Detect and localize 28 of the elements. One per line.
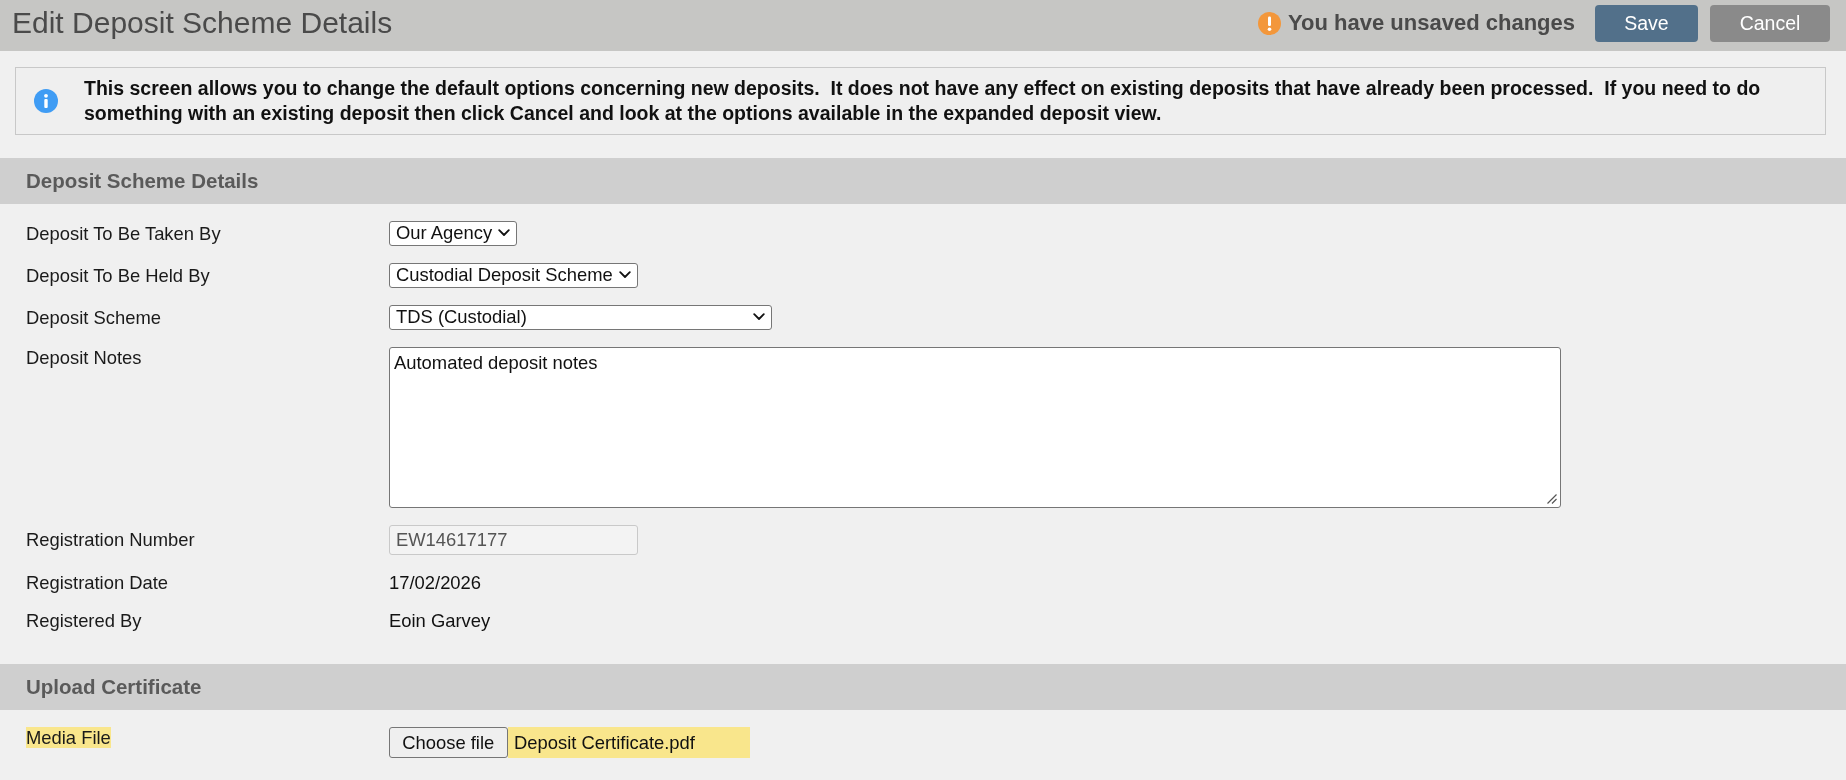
resize-handle-icon[interactable] [1547, 493, 1557, 504]
field-label: Registration Date [26, 572, 169, 593]
field-label: Media File [26, 727, 111, 748]
chevron-icon [498, 229, 511, 237]
save-button[interactable]: Save [1595, 4, 1698, 42]
chevron-icon [618, 271, 631, 279]
unsaved-changes-notice: You have unsaved changes [1288, 10, 1575, 36]
dropdown[interactable]: Our Agency [389, 220, 518, 246]
field-value: 17/02/2026 [389, 572, 482, 593]
field-label: Registration Number [26, 528, 195, 550]
chevron-icon [753, 313, 765, 321]
info-message: This screen allows you to change the default options concerning new deposits. It does not have any effect on existing deposits that have already been processed. If you need to do something with an existing deposit then click Cancel and look at the options available in the expanded deposit view. [84, 76, 1762, 125]
section-header: Deposit Scheme Details [0, 157, 1846, 204]
field-value: Eoin Garvey [389, 610, 491, 631]
info-icon [34, 88, 58, 113]
field-label: Deposit To Be Taken By [26, 222, 221, 244]
field-label: Registered By [26, 610, 142, 631]
field-label: Deposit Notes [26, 346, 142, 368]
section-header: Upload Certificate [0, 664, 1846, 710]
notes-textarea[interactable]: Automated deposit notes [389, 346, 1561, 508]
dropdown[interactable]: Custodial Deposit Scheme [389, 262, 638, 288]
file-name: Deposit Certificate.pdf [507, 727, 750, 758]
field-label: Deposit To Be Held By [26, 264, 210, 286]
dropdown[interactable]: TDS (Custodial) [389, 304, 772, 330]
field-label: Deposit Scheme [26, 306, 161, 328]
warning-icon [1258, 11, 1282, 35]
page-title: Edit Deposit Scheme Details [12, 6, 393, 40]
choose-file-button[interactable]: Choose file [389, 727, 508, 758]
